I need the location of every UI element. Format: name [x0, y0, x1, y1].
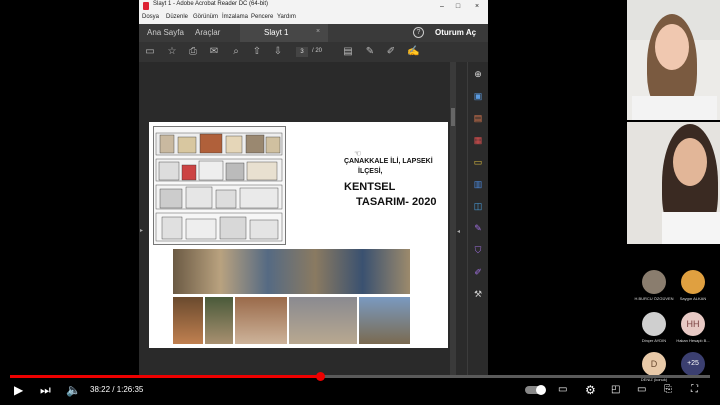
- slide-subtitle-line2: İLÇESİ,: [358, 168, 383, 175]
- page-total: / 20: [312, 48, 323, 54]
- page-number-input[interactable]: 3: [296, 47, 308, 57]
- fullscreen-icon[interactable]: ⛶: [691, 383, 698, 397]
- scrollbar-thumb[interactable]: [451, 108, 455, 126]
- export-pdf-icon[interactable]: ▣: [472, 90, 484, 102]
- comment-tool-icon[interactable]: ▭: [472, 156, 484, 168]
- settings-icon[interactable]: ⚙: [585, 383, 596, 397]
- participant-avatar-4[interactable]: HH: [681, 312, 705, 336]
- street-photo-1: [173, 297, 203, 344]
- zoom-icon[interactable]: ⊕: [472, 68, 484, 80]
- participant-name-2: Saygın ALKAN: [679, 296, 707, 301]
- fill-sign-icon[interactable]: ✍: [407, 46, 419, 58]
- autoplay-toggle-knob: [536, 385, 546, 395]
- close-button[interactable]: ×: [469, 0, 485, 13]
- progress-fill: [10, 375, 320, 378]
- participant-avatar-1[interactable]: [642, 270, 666, 294]
- page-down-icon[interactable]: ⇩: [272, 46, 284, 58]
- volume-icon[interactable]: 🔈: [66, 383, 81, 397]
- edit-pdf-icon[interactable]: ▤: [472, 112, 484, 124]
- time-display: 38:22 / 1:26:35: [90, 385, 144, 394]
- person-face: [655, 24, 689, 70]
- slide-subtitle-line1: ÇANAKKALE İLİ, LAPSEKİ: [344, 158, 433, 165]
- left-panel-toggle-icon[interactable]: ▸: [140, 227, 143, 234]
- miniplayer-icon[interactable]: ◰: [611, 383, 620, 397]
- window-title: Slayt 1 - Adobe Acrobat Reader DC (64-bi…: [153, 1, 269, 7]
- street-photo-2: [205, 297, 233, 344]
- sign-in-button[interactable]: Oturum Aç: [435, 28, 476, 37]
- menu-gorunum[interactable]: Görünüm: [193, 14, 218, 20]
- tab-bar: Ana Sayfa Araçlar Slayt 1 × ? Oturum Aç: [139, 24, 488, 42]
- document-view[interactable]: ▸ ÇANAKKALE İLİ, LAPSEKİ İLÇESİ, KENTSEL…: [139, 62, 455, 375]
- tab-document[interactable]: Slayt 1: [264, 28, 288, 37]
- maximize-button[interactable]: □: [450, 0, 466, 13]
- toolbar: ▭ ☆ ⎙ ✉ ⌕ ⇧ ⇩ 3 / 20 ▤ ✎ ✐ ✍: [139, 42, 488, 62]
- elevation-drawing: [153, 126, 286, 245]
- acrobat-window: Slayt 1 - Adobe Acrobat Reader DC (64-bi…: [139, 0, 488, 375]
- combine-files-icon[interactable]: ▥: [472, 178, 484, 190]
- captions-icon[interactable]: ▭: [558, 383, 567, 397]
- menu-imzalama[interactable]: İmzalama: [222, 14, 248, 20]
- street-photo-3: [235, 297, 287, 344]
- person-shirt: [662, 212, 720, 244]
- title-bar: Slayt 1 - Adobe Acrobat Reader DC (64-bi…: [139, 0, 488, 13]
- tab-tools[interactable]: Araçlar: [195, 28, 220, 37]
- progress-scrubber[interactable]: [316, 372, 325, 381]
- send-sign-icon[interactable]: ✎: [472, 222, 484, 234]
- slide-page: ÇANAKKALE İLİ, LAPSEKİ İLÇESİ, KENTSEL T…: [149, 122, 448, 348]
- menu-pencere[interactable]: Pencere: [251, 14, 273, 20]
- person-shirt: [632, 96, 717, 120]
- more-participants-badge[interactable]: +25: [681, 352, 705, 376]
- street-elevation-sketch: [154, 127, 285, 244]
- right-panel-toggle-icon[interactable]: ◂: [457, 228, 460, 235]
- email-icon[interactable]: ✉: [208, 46, 220, 58]
- fill-sign-tool-icon[interactable]: ✐: [472, 266, 484, 278]
- pdf-icon: [143, 2, 149, 10]
- street-photo-4: [289, 297, 357, 344]
- participant-video-2: [627, 122, 720, 244]
- print-icon[interactable]: ⎙: [187, 46, 199, 58]
- tab-home[interactable]: Ana Sayfa: [147, 28, 184, 37]
- right-tools-pane: ⊕ ▣ ▤ ▦ ▭ ▥ ◫ ✎ ⛉ ✐ ⚒ ⇥: [467, 62, 488, 375]
- star-icon[interactable]: ☆: [166, 46, 178, 58]
- slide-title-line2: TASARIM- 2020: [356, 196, 437, 208]
- cast-icon[interactable]: ⎘: [664, 383, 672, 397]
- create-pdf-icon[interactable]: ▦: [472, 134, 484, 146]
- help-icon[interactable]: ?: [413, 27, 424, 38]
- participant-name-4: Hakan Hesaplı B...: [676, 338, 710, 343]
- street-photo-5: [359, 297, 410, 344]
- menu-duzenle[interactable]: Düzenle: [166, 14, 188, 20]
- comment-icon[interactable]: ▤: [342, 46, 354, 58]
- highlight-pen-icon[interactable]: ✎: [364, 46, 376, 58]
- page-up-icon[interactable]: ⇧: [251, 46, 263, 58]
- participant-video-1: [627, 0, 720, 120]
- slide-title-line1: KENTSEL: [344, 181, 396, 193]
- play-icon[interactable]: ▶: [14, 383, 23, 397]
- person-face: [673, 138, 707, 186]
- organize-pages-icon[interactable]: ◫: [472, 200, 484, 212]
- menu-dosya[interactable]: Dosya: [142, 14, 159, 20]
- search-icon[interactable]: ⌕: [230, 46, 242, 58]
- hand-cursor-icon: ☜: [354, 149, 362, 158]
- protect-icon[interactable]: ⛉: [472, 244, 484, 256]
- save-icon[interactable]: ▭: [144, 46, 156, 58]
- participant-avatar-5[interactable]: D: [642, 352, 666, 376]
- menu-yardim[interactable]: Yardım: [277, 14, 296, 20]
- panorama-photo: [173, 249, 410, 294]
- minimize-button[interactable]: –: [434, 0, 450, 13]
- participant-avatar-2[interactable]: [681, 270, 705, 294]
- draw-icon[interactable]: ✐: [385, 46, 397, 58]
- next-icon[interactable]: ⏭: [40, 383, 51, 397]
- tab-close-icon[interactable]: ×: [316, 28, 320, 35]
- theater-mode-icon[interactable]: ▭: [637, 383, 646, 397]
- more-tools-icon[interactable]: ⚒: [472, 288, 484, 300]
- participant-avatar-3[interactable]: [642, 312, 666, 336]
